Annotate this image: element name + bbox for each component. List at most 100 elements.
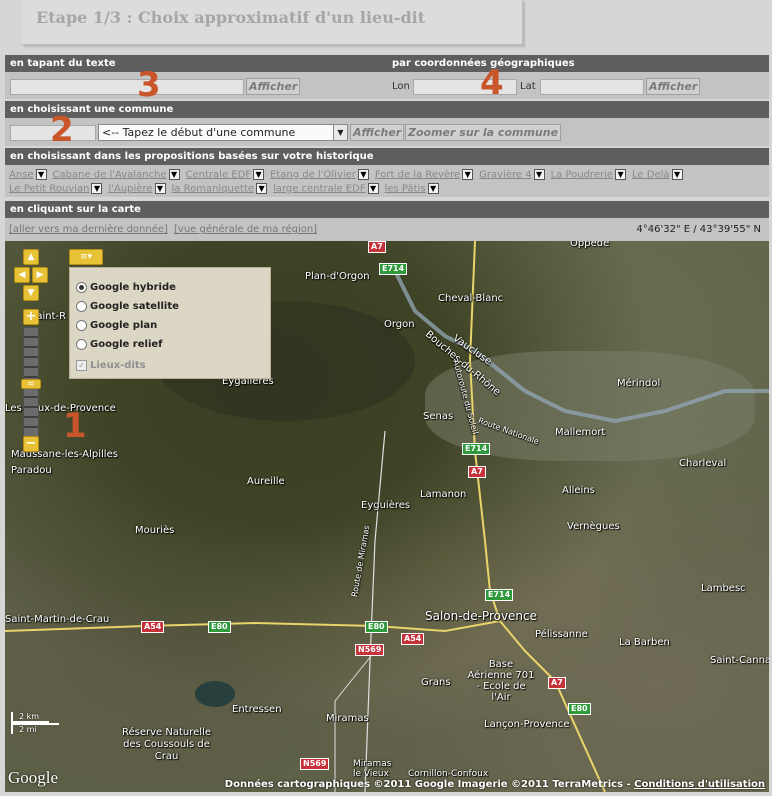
text-search-input[interactable]	[10, 79, 244, 95]
overlay-option-lieux-dits[interactable]: ✓ Lieux-dits	[76, 360, 146, 371]
history-item[interactable]: Gravière 4 ▼	[479, 168, 545, 182]
chevron-down-icon[interactable]: ▼	[253, 168, 265, 180]
history-item[interactable]: large centrale EDF ▼	[273, 182, 379, 196]
layer-option-plan[interactable]: Google plan	[76, 320, 157, 331]
commune-zoom-button[interactable]: Zoomer sur la commune	[405, 124, 562, 141]
road-shield: E80	[365, 621, 388, 633]
chevron-down-icon[interactable]: ▼	[671, 168, 683, 180]
text-search-row: Afficher Lon Lat Afficher	[5, 72, 769, 99]
history-item[interactable]: les Pâtis ▼	[385, 182, 439, 196]
history-item-label: Gravière 4	[479, 169, 532, 180]
commune-select[interactable]: <-- Tapez le début d'une commune ▼	[98, 124, 348, 141]
place-reserve-coussouls: Réserve Naturelle des Coussouls de Crau	[122, 727, 211, 762]
radio-icon[interactable]	[76, 339, 87, 350]
history-item-label: Centrale EDF	[185, 169, 252, 180]
chevron-down-icon[interactable]: ▼	[615, 168, 627, 180]
zoom-out-button[interactable]: −	[23, 436, 39, 452]
layer-option-relief[interactable]: Google relief	[76, 339, 163, 350]
place-eyguieres: Eyguières	[361, 500, 411, 511]
step-marker-1: 1	[63, 406, 87, 446]
layer-panel: Google hybride Google satellite Google p…	[69, 267, 271, 379]
lat-label: Lat	[520, 81, 536, 92]
checkbox-disabled-icon: ✓	[76, 360, 87, 371]
radio-selected-icon[interactable]	[76, 282, 87, 293]
place-aureille: Aureille	[247, 476, 285, 487]
pan-up-button[interactable]: ▲	[23, 249, 39, 265]
history-item[interactable]: Etang de l'Olivier ▼	[270, 168, 369, 182]
history-list: Anse ▼ Cabane de l'Avalanche ▼ Centrale EDF ▼…	[9, 167, 765, 195]
place-cornillon-confoux: Cornillon-Confoux	[408, 769, 489, 779]
commune-header: en choisissant une commune	[5, 101, 769, 118]
history-item[interactable]: Centrale EDF ▼	[185, 168, 265, 182]
layers-toggle-button[interactable]: ≡▾	[69, 249, 103, 265]
layer-option-hybride[interactable]: Google hybride	[76, 282, 176, 293]
history-item-label: la Romaniquette	[171, 183, 255, 194]
page-title: Etape 1/3 : Choix approximatif d'un lieu…	[36, 8, 426, 27]
chevron-down-icon[interactable]: ▼	[256, 182, 268, 194]
lat-input[interactable]	[540, 79, 644, 95]
history-item-label: Le Delà	[632, 169, 670, 180]
chevron-down-icon[interactable]: ▼	[154, 182, 166, 194]
place-plan-dorgon: Plan-d'Orgon	[305, 271, 370, 282]
history-item-label: large centrale EDF	[273, 183, 366, 194]
title-tab: Etape 1/3 : Choix approximatif d'un lieu…	[22, 0, 523, 45]
place-les-baux: Les Baux-de-Provence	[5, 403, 116, 414]
commune-heading: en choisissant une commune	[10, 104, 174, 115]
radio-icon[interactable]	[76, 320, 87, 331]
history-item[interactable]: Le Petit Rouvian ▼	[9, 182, 103, 196]
pan-left-button[interactable]: ◀	[14, 267, 30, 283]
history-item[interactable]: Anse ▼	[9, 168, 47, 182]
map-header: en cliquant sur la carte	[5, 201, 769, 218]
place-entressen: Entressen	[232, 704, 282, 715]
chevron-down-icon[interactable]: ▼	[91, 182, 103, 194]
step-marker-4: 4	[480, 63, 504, 103]
chevron-down-icon: ▼	[333, 125, 347, 140]
chevron-down-icon[interactable]: ▼	[462, 168, 474, 180]
history-item[interactable]: Fort de la Revère ▼	[375, 168, 474, 182]
place-mallemort: Mallemort	[555, 427, 606, 438]
history-item[interactable]: l'Aupière ▼	[108, 182, 166, 196]
terms-link[interactable]: Conditions d'utilisation	[634, 779, 765, 790]
region-view-link[interactable]: [vue générale de ma région]	[174, 224, 317, 235]
zoom-in-button[interactable]: +	[23, 309, 39, 325]
map-links-row: [aller vers ma dernière donnée] [vue gén…	[5, 218, 769, 241]
chevron-down-icon[interactable]: ▼	[427, 182, 439, 194]
history-item[interactable]: La Poudrerie ▼	[550, 168, 627, 182]
history-item-label: Etang de l'Olivier	[270, 169, 356, 180]
commune-show-button[interactable]: Afficher	[350, 124, 405, 141]
chevron-down-icon[interactable]: ▼	[35, 168, 47, 180]
text-search-button[interactable]: Afficher	[246, 78, 301, 95]
history-item-label: La Poudrerie	[550, 169, 614, 180]
road-shield: E80	[568, 703, 591, 715]
chevron-down-icon[interactable]: ▼	[357, 168, 369, 180]
road-shield: E714	[379, 263, 408, 275]
last-data-link[interactable]: [aller vers ma dernière donnée]	[9, 224, 168, 235]
coord-search-button[interactable]: Afficher	[646, 78, 701, 95]
place-oppede: Oppède	[570, 241, 610, 249]
radio-icon[interactable]	[76, 301, 87, 312]
road-shield: N569	[355, 644, 385, 656]
pan-right-button[interactable]: ▶	[32, 267, 48, 283]
map-scale: 2 km 2 mi	[11, 712, 59, 734]
place-saint-martin-de-crau: Saint-Martin-de-Crau	[5, 614, 110, 625]
road-shield: E80	[208, 621, 231, 633]
place-cheval-blanc: Cheval-Blanc	[438, 293, 504, 304]
place-lambesc: Lambesc	[701, 583, 746, 594]
layer-option-satellite[interactable]: Google satellite	[76, 301, 179, 312]
map-canvas[interactable]: Plan-d'Orgon Cheval-Blanc Orgon Vaucluse…	[5, 241, 769, 792]
pan-down-button[interactable]: ▼	[23, 285, 39, 301]
history-row: Anse ▼ Cabane de l'Avalanche ▼ Centrale EDF ▼…	[5, 165, 769, 197]
chevron-down-icon[interactable]: ▼	[533, 168, 545, 180]
chevron-down-icon[interactable]: ▼	[168, 168, 180, 180]
text-search-heading: en tapant du texte	[10, 58, 116, 69]
attribution-text: Données cartographiques ©2011 Google Ima…	[224, 779, 635, 790]
history-item[interactable]: la Romaniquette ▼	[171, 182, 268, 196]
history-item[interactable]: Cabane de l'Avalanche ▼	[53, 168, 180, 182]
history-item[interactable]: Le Delà ▼	[632, 168, 683, 182]
google-logo: Google	[8, 768, 59, 787]
zoom-slider-handle[interactable]: =	[21, 379, 41, 389]
road-shield: A7	[548, 677, 566, 689]
cursor-coordinates: 4°46'32" E / 43°39'55" N	[636, 224, 761, 235]
chevron-down-icon[interactable]: ▼	[367, 182, 379, 194]
place-saint-cannat: Saint-Cannat	[710, 655, 769, 666]
